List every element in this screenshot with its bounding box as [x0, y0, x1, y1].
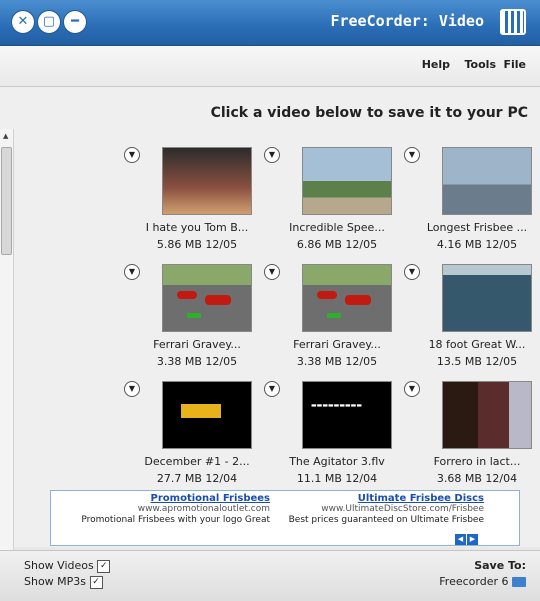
video-title: The Agitator 3.flv — [289, 455, 385, 468]
video-meta: 13.5 MB 12/05 — [436, 355, 518, 368]
ad-text: Promotional Frisbees with your logo Grea… — [81, 515, 270, 525]
video-thumbnail[interactable] — [442, 147, 532, 215]
show-mp3s-label: Show MP3s — [24, 575, 87, 588]
video-title: I hate you Tom B... — [145, 221, 249, 234]
video-tile[interactable]: ▼ I hate you Tom B... 5.86 MB 12/05 — [124, 147, 252, 257]
show-mp3s-toggle[interactable]: Show MP3s ✓ — [24, 575, 103, 589]
ad-title-link[interactable]: Ultimate Frisbee Discs — [269, 493, 484, 504]
video-title: Incredible Spee... — [289, 221, 385, 234]
status-bar-shape — [187, 313, 201, 318]
title-card-text-shape: ▬▬▬▬▬▬▬▬▬ — [311, 402, 363, 409]
dropdown-arrow-icon[interactable]: ▼ — [124, 381, 140, 397]
video-thumbnail[interactable] — [162, 264, 252, 332]
ad-banner[interactable]: Ultimate Frisbee Discs www.UltimateDiscS… — [50, 490, 520, 546]
show-mp3s-checkbox[interactable]: ✓ — [89, 575, 103, 589]
scroll-thumb[interactable] — [1, 147, 12, 255]
video-thumbnail[interactable] — [302, 147, 392, 215]
title-bar: ✕ ▢ ━ FreeCorder: Video — [0, 0, 540, 46]
dropdown-arrow-icon[interactable]: ▼ — [404, 147, 420, 163]
ad-next-icon[interactable]: ▶ — [467, 534, 478, 545]
video-title: 18 foot Great W... — [428, 338, 526, 351]
video-title: Forrero in lact... — [433, 455, 521, 468]
ad-navigation: ◀ ▶ — [455, 531, 479, 545]
ad-prev-icon[interactable]: ◀ — [455, 534, 466, 545]
ad-url[interactable]: www.apromotionaloutlet.com — [55, 504, 270, 515]
minimize-button[interactable]: ━ — [64, 11, 86, 33]
film-icon — [500, 9, 526, 35]
video-thumbnail[interactable] — [162, 147, 252, 215]
video-tile[interactable]: ▼ Incredible Spee... 6.86 MB 12/05 — [264, 147, 392, 257]
video-tile[interactable]: ▼ Ferrari Gravey... 3.38 MB 12/05 — [264, 264, 392, 374]
video-title: December #1 - 2... — [144, 455, 250, 468]
logo-card-shape — [181, 404, 221, 418]
show-videos-checkbox[interactable]: ✓ — [97, 559, 111, 573]
save-to-label: Save To: — [474, 559, 526, 572]
video-title: Ferrari Gravey... — [293, 338, 381, 351]
close-button[interactable]: ✕ — [12, 11, 34, 33]
car-shape — [177, 291, 197, 299]
video-tile[interactable]: ▼ Longest Frisbee ... 4.16 MB 12/05 — [404, 147, 532, 257]
maximize-button[interactable]: ▢ — [38, 11, 60, 33]
video-tile[interactable]: ▼ ▬▬▬▬▬▬▬▬▬ The Agitator 3.flv 11.1 MB 1… — [264, 381, 392, 491]
show-videos-toggle[interactable]: Show Videos ✓ — [24, 559, 111, 573]
menu-tools[interactable]: Tools — [465, 58, 496, 71]
video-tile[interactable]: ▼ December #1 - 2... 27.7 MB 12/04 — [124, 381, 252, 491]
ad-left[interactable]: Ultimate Frisbee Discs www.UltimateDiscS… — [269, 493, 484, 526]
video-meta: 27.7 MB 12/04 — [156, 472, 238, 485]
dropdown-arrow-icon[interactable]: ▼ — [124, 264, 140, 280]
show-videos-label: Show Videos — [24, 559, 94, 572]
dropdown-arrow-icon[interactable]: ▼ — [264, 381, 280, 397]
video-panel: Click a video below to save it to your P… — [0, 87, 540, 573]
video-title: Ferrari Gravey... — [153, 338, 241, 351]
video-thumbnail[interactable] — [442, 381, 532, 449]
vertical-scrollbar[interactable]: ▲ ▼ — [0, 129, 14, 573]
video-thumbnail[interactable]: ▬▬▬▬▬▬▬▬▬ — [302, 381, 392, 449]
video-thumbnail[interactable] — [442, 264, 532, 332]
page-heading: Click a video below to save it to your P… — [210, 105, 528, 121]
dropdown-arrow-icon[interactable]: ▼ — [264, 264, 280, 280]
ad-title-link[interactable]: Promotional Frisbees — [55, 493, 270, 504]
menu-file[interactable]: File — [503, 58, 526, 71]
scroll-up-icon[interactable]: ▲ — [3, 132, 8, 140]
status-bar-shape — [327, 313, 341, 318]
dropdown-arrow-icon[interactable]: ▼ — [264, 147, 280, 163]
video-tile[interactable]: ▼ Forrero in lact... 3.68 MB 12/04 — [404, 381, 532, 491]
video-meta: 4.16 MB 12/05 — [436, 238, 518, 251]
video-meta: 6.86 MB 12/05 — [296, 238, 378, 251]
video-meta: 5.86 MB 12/05 — [156, 238, 238, 251]
car-shape — [205, 295, 231, 305]
video-meta: 11.1 MB 12/04 — [296, 472, 378, 485]
ad-text: Best prices guaranteed on Ultimate Frisb… — [288, 515, 484, 525]
dropdown-arrow-icon[interactable]: ▼ — [124, 147, 140, 163]
video-thumbnail[interactable] — [302, 264, 392, 332]
window-title: FreeCorder: Video — [330, 12, 484, 30]
folder-icon — [512, 577, 526, 587]
video-thumbnail[interactable] — [162, 381, 252, 449]
menu-bar: File Tools Help — [0, 46, 540, 87]
car-shape — [345, 295, 371, 305]
car-shape — [317, 291, 337, 299]
ad-url[interactable]: www.UltimateDiscStore.com/Frisbee — [269, 504, 484, 515]
video-meta: 3.38 MB 12/05 — [296, 355, 378, 368]
save-folder[interactable]: Freecorder 6 — [439, 575, 526, 588]
dropdown-arrow-icon[interactable]: ▼ — [404, 264, 420, 280]
menu-help[interactable]: Help — [422, 58, 450, 71]
ad-right[interactable]: Promotional Frisbees www.apromotionalout… — [55, 493, 270, 526]
dropdown-arrow-icon[interactable]: ▼ — [404, 381, 420, 397]
video-tile[interactable]: ▼ 18 foot Great W... 13.5 MB 12/05 — [404, 264, 532, 374]
video-title: Longest Frisbee ... — [426, 221, 528, 234]
video-meta: 3.38 MB 12/05 — [156, 355, 238, 368]
video-meta: 3.68 MB 12/04 — [436, 472, 518, 485]
video-tile[interactable]: ▼ Ferrari Gravey... 3.38 MB 12/05 — [124, 264, 252, 374]
bottom-bar: Save To: Freecorder 6 Show Videos ✓ Show… — [0, 550, 540, 601]
save-folder-name: Freecorder 6 — [439, 575, 509, 588]
